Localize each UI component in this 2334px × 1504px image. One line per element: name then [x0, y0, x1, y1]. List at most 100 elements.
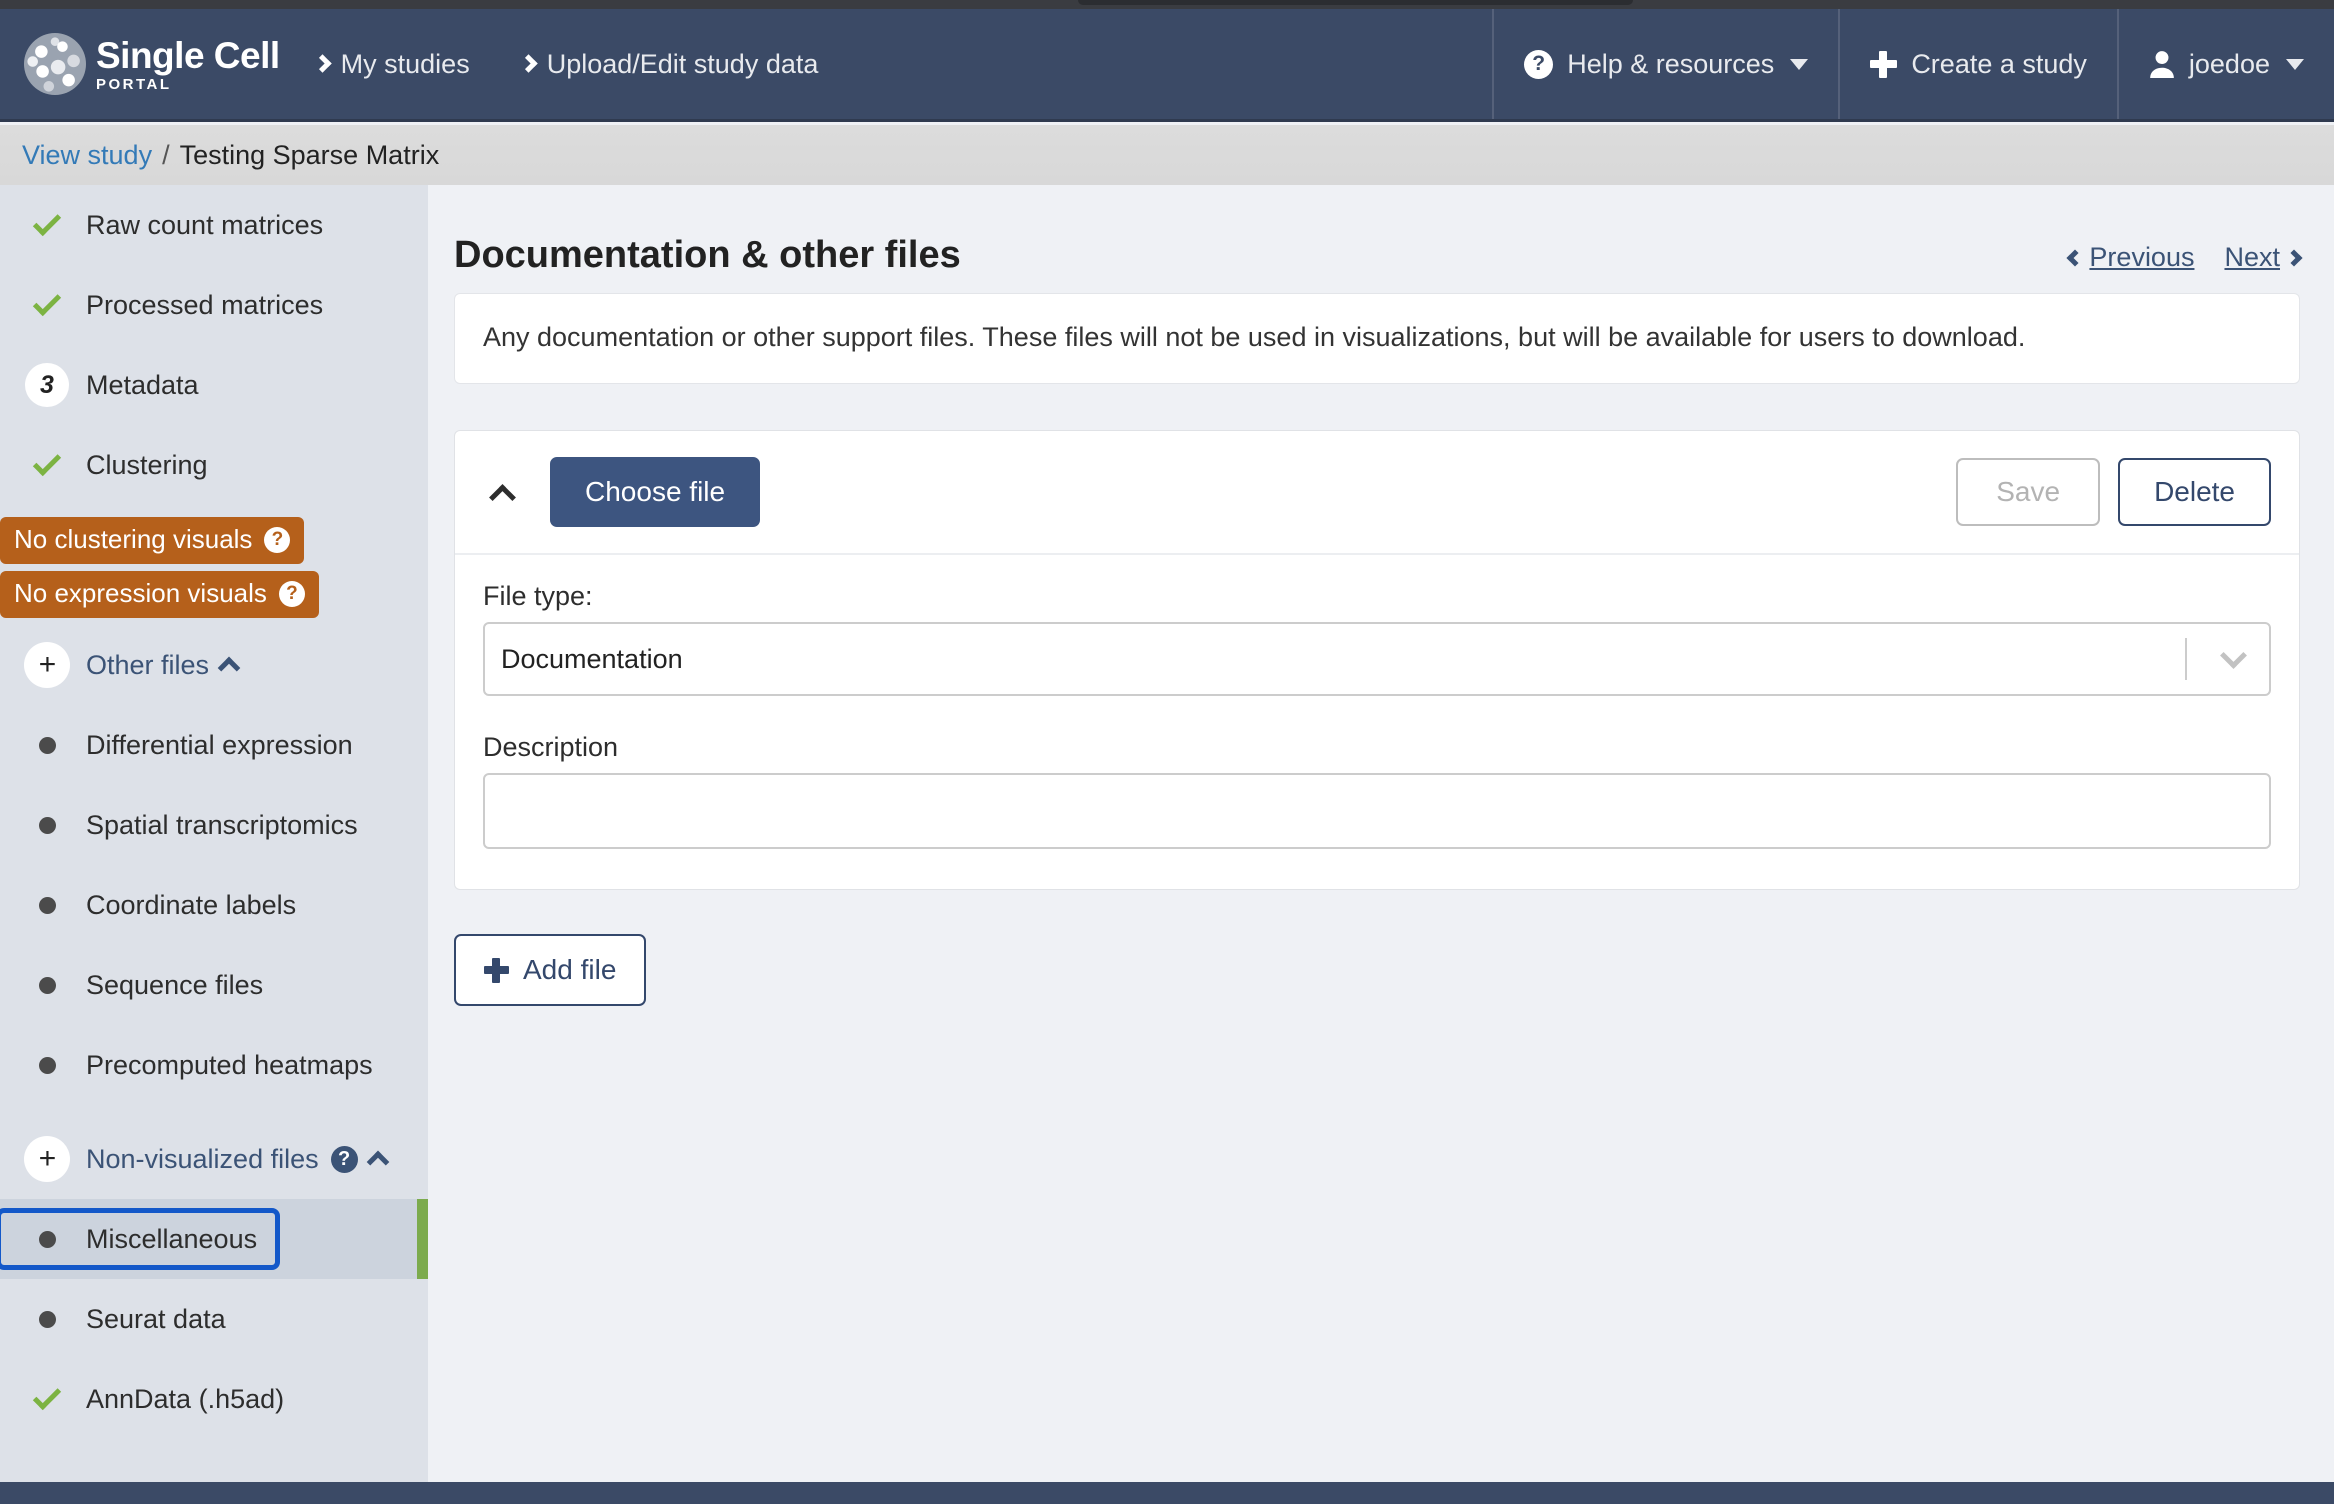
create-a-study-button[interactable]: Create a study [1838, 9, 2117, 119]
chevron-up-icon[interactable] [489, 483, 516, 511]
sidebar-item-label: Raw count matrices [86, 209, 324, 240]
sidebar-item-label: Spatial transcriptomics [86, 809, 358, 840]
user-menu[interactable]: joedoe [2116, 9, 2334, 119]
sidebar-item-raw-count-matrices[interactable]: Raw count matrices [0, 185, 428, 265]
secondary-nav: ? Help & resources Create a study joedoe [1492, 9, 2334, 119]
sidebar-item-label: Differential expression [86, 729, 353, 760]
breadcrumb: View study / Testing Sparse Matrix [0, 125, 2334, 185]
sidebar-item-label: Metadata [86, 369, 199, 400]
bullet-dot-icon [22, 736, 72, 754]
sidebar-item-coordinate-labels[interactable]: Coordinate labels [0, 865, 428, 945]
bullet-dot-icon [22, 896, 72, 914]
sidebar-item-label: Seurat data [86, 1303, 226, 1334]
bullet-dot-icon [22, 816, 72, 834]
sidebar-item-label: Precomputed heatmaps [86, 1049, 373, 1080]
save-button[interactable]: Save [1956, 458, 2101, 526]
page-title: Documentation & other files [454, 234, 961, 276]
plus-icon [1870, 50, 1898, 78]
sidebar-item-seurat-data[interactable]: Seurat data [0, 1279, 428, 1359]
nav-my-studies[interactable]: My studies [290, 9, 496, 119]
page-footer [0, 1482, 2334, 1504]
chevron-right-icon [519, 53, 538, 73]
delete-button[interactable]: Delete [2118, 458, 2271, 526]
badge-label: No expression visuals [14, 578, 267, 608]
choose-file-button[interactable]: Choose file [550, 457, 761, 527]
badge-no-expression-visuals[interactable]: No expression visuals ? [0, 571, 319, 618]
file-card-body: File type: Documentation Description [455, 555, 2299, 889]
user-icon [2150, 51, 2174, 78]
check-icon [22, 287, 72, 316]
main-header: Documentation & other files Previous Nex… [454, 211, 2303, 277]
top-navbar: Single Cell PORTAL My studies Upload/Edi… [0, 9, 2334, 122]
sidebar-group-non-visualized-files[interactable]: + Non-visualized files ? [0, 1119, 428, 1199]
file-type-select[interactable]: Documentation [483, 622, 2271, 696]
sidebar-item-label: Clustering [86, 449, 208, 480]
sidebar-item-sequence-files[interactable]: Sequence files [0, 945, 428, 1025]
brand-title: Single Cell [96, 34, 280, 76]
plus-circle-icon[interactable]: + [22, 642, 72, 688]
sidebar-group-other-files[interactable]: + Other files [0, 625, 428, 705]
sidebar-item-miscellaneous[interactable]: Miscellaneous [0, 1199, 428, 1279]
bullet-dot-icon [22, 976, 72, 994]
sidebar-warning-badges: No clustering visuals ? No expression vi… [0, 505, 428, 625]
bullet-dot-icon [22, 1310, 72, 1328]
section-info-panel: Any documentation or other support files… [454, 293, 2300, 384]
help-resources-label: Help & resources [1567, 48, 1775, 79]
sidebar-group-label: Other files [86, 649, 210, 680]
sidebar-item-metadata[interactable]: 3 Metadata [0, 345, 428, 425]
breadcrumb-view-study-link[interactable]: View study [22, 140, 152, 171]
sidebar-item-clustering[interactable]: Clustering [0, 425, 428, 505]
browser-tab-strip [1078, 0, 1633, 5]
sidebar-group-label: Non-visualized files [86, 1143, 319, 1174]
sidebar-item-processed-matrices[interactable]: Processed matrices [0, 265, 428, 345]
file-type-selected-value: Documentation [501, 643, 683, 674]
description-input[interactable] [483, 773, 2271, 849]
file-card-actions: Save Delete [1956, 458, 2271, 526]
nav-upload-edit-study-data[interactable]: Upload/Edit study data [496, 9, 845, 119]
sidebar-item-precomputed-heatmaps[interactable]: Precomputed heatmaps [0, 1025, 428, 1105]
check-icon [22, 447, 72, 476]
sidebar-item-label: Processed matrices [86, 289, 324, 320]
browser-chrome-edge [0, 0, 2334, 9]
plus-circle-icon[interactable]: + [22, 1136, 72, 1182]
check-icon [22, 1381, 72, 1410]
badge-no-clustering-visuals[interactable]: No clustering visuals ? [0, 517, 305, 564]
sidebar-item-label: AnnData (.h5ad) [86, 1383, 285, 1414]
breadcrumb-separator: / [162, 139, 170, 170]
count-badge: 3 [22, 363, 72, 407]
add-file-label: Add file [523, 954, 617, 985]
bullet-dot-icon [22, 1230, 72, 1248]
help-resources-menu[interactable]: ? Help & resources [1492, 9, 1838, 119]
study-files-sidebar: Raw count matrices Processed matrices 3 … [0, 185, 428, 1482]
sidebar-item-label: Coordinate labels [86, 889, 297, 920]
file-entry-card: Choose file Save Delete File type: Docum… [454, 430, 2300, 890]
chevron-up-icon[interactable] [217, 656, 241, 680]
previous-section-link[interactable]: Previous [2066, 242, 2194, 273]
section-pager: Previous Next [2066, 242, 2303, 273]
bullet-dot-icon [22, 1056, 72, 1074]
nav-my-studies-label: My studies [340, 48, 470, 79]
question-circle-icon[interactable]: ? [330, 1145, 358, 1173]
question-circle-icon: ? [278, 580, 305, 607]
question-circle-icon: ? [1524, 49, 1554, 79]
nav-upload-edit-label: Upload/Edit study data [546, 48, 819, 79]
question-circle-icon: ? [264, 526, 291, 553]
sidebar-item-label: Sequence files [86, 969, 264, 1000]
sidebar-item-differential-expression[interactable]: Differential expression [0, 705, 428, 785]
sidebar-item-label: Miscellaneous [86, 1223, 258, 1254]
chevron-up-icon[interactable] [366, 1150, 389, 1174]
brand-logo-link[interactable]: Single Cell PORTAL [0, 9, 290, 119]
add-file-button[interactable]: Add file [454, 934, 647, 1006]
plus-icon [484, 957, 509, 983]
user-menu-label: joedoe [2188, 48, 2270, 79]
select-separator [2185, 638, 2187, 680]
check-icon [22, 207, 72, 236]
brand-subtitle: PORTAL [96, 75, 172, 93]
sidebar-item-spatial-transcriptomics[interactable]: Spatial transcriptomics [0, 785, 428, 865]
section-info-text: Any documentation or other support files… [483, 322, 2026, 352]
caret-down-icon [2286, 58, 2304, 70]
active-section-indicator [417, 1199, 428, 1279]
file-card-header: Choose file Save Delete [455, 431, 2299, 555]
sidebar-item-anndata[interactable]: AnnData (.h5ad) [0, 1359, 428, 1439]
next-section-link[interactable]: Next [2224, 242, 2303, 273]
